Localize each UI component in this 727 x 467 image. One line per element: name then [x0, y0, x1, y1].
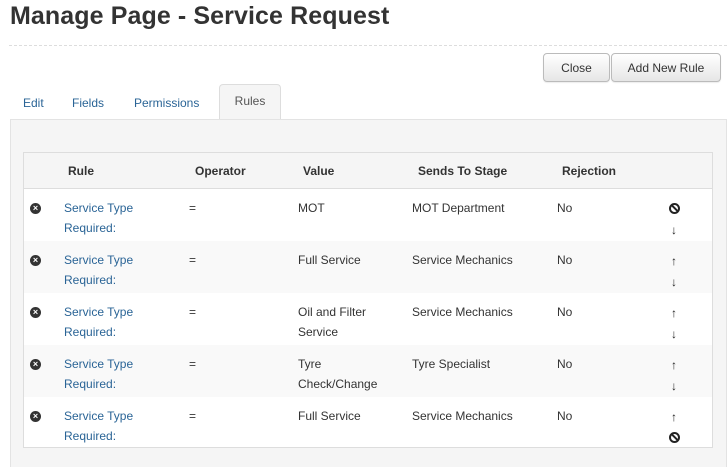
header-value: Value: [303, 164, 335, 178]
tab-fields[interactable]: Fields: [72, 96, 104, 110]
close-button[interactable]: Close: [543, 53, 610, 82]
title-divider: [9, 45, 727, 46]
add-new-rule-button[interactable]: Add New Rule: [611, 53, 721, 82]
rejection-cell: No: [557, 305, 573, 319]
rejection-cell: No: [557, 409, 573, 423]
operator-cell: =: [189, 201, 197, 215]
stage-cell: Service Mechanics: [412, 409, 513, 423]
tab-rules[interactable]: Rules: [219, 84, 281, 120]
rules-panel: Rule Operator Value Sends To Stage Rejec…: [10, 119, 727, 467]
value-cell: MOT: [298, 201, 325, 215]
header-rejection: Rejection: [562, 164, 617, 178]
rejection-cell: No: [557, 201, 573, 215]
arrow-down-icon[interactable]: ↓: [668, 276, 680, 288]
value-cell: Tyre Check/Change: [298, 357, 378, 391]
table-row: × Service Type Required: = Tyre Check/Chang…: [24, 345, 712, 397]
arrow-down-icon[interactable]: ↓: [668, 328, 680, 340]
rejection-cell: No: [557, 357, 573, 371]
header-operator: Operator: [195, 164, 246, 178]
stage-cell: Service Mechanics: [412, 305, 513, 319]
rule-link[interactable]: Service Type Required:: [64, 406, 174, 446]
operator-cell: =: [189, 357, 197, 371]
rejection-cell: No: [557, 253, 573, 267]
rule-link[interactable]: Service Type Required:: [64, 302, 174, 342]
ban-icon: [668, 203, 680, 215]
table-row: × Service Type Required: = Full Service Serv…: [24, 397, 712, 449]
remove-rule-icon[interactable]: ×: [30, 307, 41, 318]
tab-permissions[interactable]: Permissions: [134, 96, 199, 110]
value-cell: Oil and Filter Service: [298, 305, 367, 339]
value-cell: Full Service: [298, 409, 361, 423]
table-row: × Service Type Required: = Oil and Filter S…: [24, 293, 712, 345]
arrow-down-icon[interactable]: ↓: [668, 224, 680, 236]
rule-link[interactable]: Service Type Required:: [64, 250, 174, 290]
tab-edit[interactable]: Edit: [23, 96, 44, 110]
header-rule: Rule: [68, 164, 95, 178]
arrow-up-icon[interactable]: ↑: [668, 307, 680, 319]
rule-link[interactable]: Service Type Required:: [64, 354, 174, 394]
stage-cell: Service Mechanics: [412, 253, 513, 267]
stage-cell: Tyre Specialist: [412, 357, 491, 371]
rule-link[interactable]: Service Type Required:: [64, 198, 174, 238]
operator-cell: =: [189, 253, 197, 267]
table-header: Rule Operator Value Sends To Stage Rejec…: [24, 153, 712, 189]
arrow-up-icon[interactable]: ↑: [668, 255, 680, 267]
ban-icon: [668, 432, 680, 444]
remove-rule-icon[interactable]: ×: [30, 203, 41, 214]
operator-cell: =: [189, 409, 197, 423]
page-title: Manage Page - Service Request: [10, 2, 390, 30]
stage-cell: MOT Department: [412, 201, 505, 215]
remove-rule-icon[interactable]: ×: [30, 359, 41, 370]
arrow-down-icon[interactable]: ↓: [668, 380, 680, 392]
rules-table: Rule Operator Value Sends To Stage Rejec…: [23, 152, 713, 448]
tab-bar: Edit Fields Permissions Rules: [10, 84, 727, 120]
remove-rule-icon[interactable]: ×: [30, 255, 41, 266]
remove-rule-icon[interactable]: ×: [30, 411, 41, 422]
table-row: × Service Type Required: = Full Service Serv…: [24, 241, 712, 293]
operator-cell: =: [189, 305, 197, 319]
value-cell: Full Service: [298, 253, 361, 267]
arrow-up-icon[interactable]: ↑: [668, 359, 680, 371]
arrow-up-icon[interactable]: ↑: [668, 411, 680, 423]
header-sends-to-stage: Sends To Stage: [418, 164, 508, 178]
table-row: × Service Type Required: = MOT MOT Departmen…: [24, 189, 712, 241]
